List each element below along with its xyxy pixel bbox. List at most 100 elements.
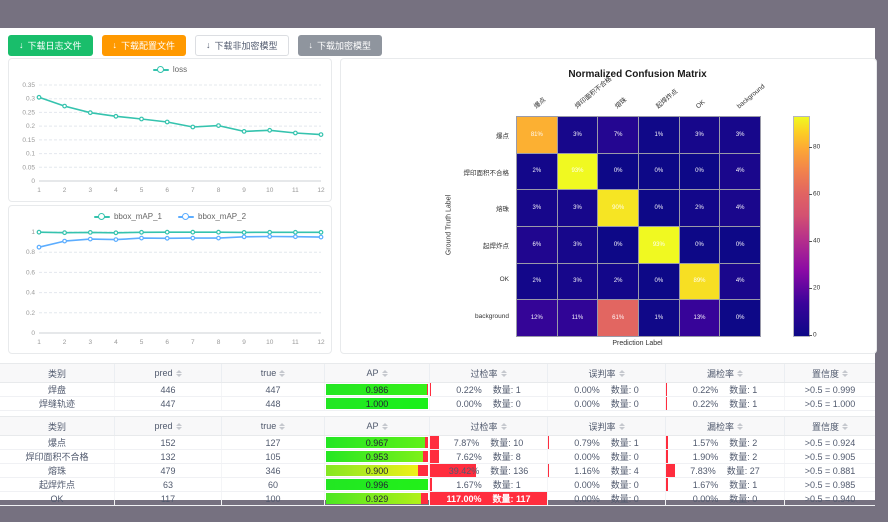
legend-item-loss[interactable]: loss — [153, 65, 187, 74]
col-header-AP[interactable]: AP — [325, 364, 430, 382]
sort-caret-icon[interactable] — [842, 423, 848, 430]
rate-value: 0.00% — [574, 399, 600, 409]
sort-caret-icon[interactable] — [842, 370, 848, 377]
col-header-class: 类别 — [0, 417, 115, 435]
ap-bar-track: 0.900 — [326, 465, 428, 476]
legend-item-bbox_mAP_1[interactable]: bbox_mAP_1 — [94, 212, 162, 221]
col-header-label: 过检率 — [470, 367, 497, 380]
rate-count: 数量: 0 — [611, 492, 639, 505]
ap-cell: 0.900 — [325, 464, 430, 477]
cm-cell: 2% — [517, 264, 557, 300]
cm-cell: 3% — [558, 264, 598, 300]
cm-cell: 3% — [680, 117, 720, 153]
sort-caret-icon[interactable] — [176, 370, 182, 377]
sort-caret-icon[interactable] — [279, 423, 285, 430]
sort-caret-icon[interactable] — [176, 423, 182, 430]
ap-cell: 0.953 — [325, 450, 430, 463]
legend-item-bbox_mAP_2[interactable]: bbox_mAP_2 — [178, 212, 246, 221]
download-encrypted-model-button[interactable]: ↓下载加密模型 — [298, 35, 383, 56]
cm-column-label: 焊印面积不合格 — [573, 75, 614, 111]
cm-cell: 3% — [720, 117, 760, 153]
svg-text:0: 0 — [31, 178, 35, 185]
sort-caret-icon[interactable] — [501, 370, 507, 377]
metrics-table-1: 类别predtrueAP过检率误判率漏检率置信度焊盘4464470.9860.2… — [0, 363, 875, 411]
sort-caret-icon[interactable] — [737, 423, 743, 430]
col-header-漏检率[interactable]: 漏检率 — [666, 417, 785, 435]
col-header-过检率[interactable]: 过检率 — [430, 364, 548, 382]
misjudge-cell: 1.16%数量: 4 — [548, 464, 666, 477]
misjudge-cell: 0.00%数量: 0 — [548, 492, 666, 505]
col-header-过检率[interactable]: 过检率 — [430, 417, 548, 435]
col-header-误判率[interactable]: 误判率 — [548, 364, 666, 382]
rate-bar — [666, 478, 668, 491]
ap-cell: 1.000 — [325, 397, 430, 410]
svg-text:0.15: 0.15 — [22, 137, 35, 144]
class-cell: OK — [0, 492, 115, 505]
map-chart: 00.20.40.60.81123456789101112 — [9, 226, 331, 356]
cm-column-label: OK — [694, 98, 707, 111]
cm-row-label: 起焊炸点 — [341, 240, 509, 250]
sort-caret-icon[interactable] — [619, 423, 625, 430]
legend-label: loss — [173, 65, 187, 74]
table-row: 焊盘4464470.9860.22%数量: 10.00%数量: 00.22%数量… — [0, 383, 875, 397]
col-header-漏检率[interactable]: 漏检率 — [666, 364, 785, 382]
sort-caret-icon[interactable] — [382, 370, 388, 377]
cm-column-label: 起焊炸点 — [654, 87, 680, 111]
missed-detection-cell: 1.90%数量: 2 — [666, 450, 785, 463]
misjudge-cell: 0.00%数量: 0 — [548, 383, 666, 396]
toolbar: ↓下载日志文件 ↓下载配置文件 ↓下载非加密模型 ↓下载加密模型 — [8, 35, 391, 56]
svg-text:0.05: 0.05 — [22, 164, 35, 171]
download-unencrypted-model-button[interactable]: ↓下载非加密模型 — [195, 35, 289, 56]
svg-text:6: 6 — [165, 187, 169, 194]
cm-cell: 61% — [598, 300, 638, 336]
table-row: 爆点1521270.9677.87%数量: 100.79%数量: 11.57%数… — [0, 436, 875, 450]
confidence-cell: >0.5 = 0.985 — [785, 478, 875, 491]
cm-row-label: 焊印面积不合格 — [341, 167, 509, 177]
svg-text:9: 9 — [242, 187, 246, 194]
download-log-button[interactable]: ↓下载日志文件 — [8, 35, 93, 56]
loss-chart: 00.050.10.150.20.250.30.3512345678910111… — [9, 79, 331, 204]
rate-count: 数量: 8 — [493, 450, 521, 463]
value-cell: 447 — [222, 383, 325, 396]
cm-cell: 13% — [680, 300, 720, 336]
col-header-置信度[interactable]: 置信度 — [785, 417, 875, 435]
col-header-AP[interactable]: AP — [325, 417, 430, 435]
svg-text:9: 9 — [242, 339, 246, 346]
col-header-pred[interactable]: pred — [115, 417, 222, 435]
rate-count: 数量: 1 — [729, 397, 757, 410]
over-detection-cell: 0.22%数量: 1 — [430, 383, 548, 396]
misjudge-cell: 0.79%数量: 1 — [548, 436, 666, 449]
col-header-true[interactable]: true — [222, 364, 325, 382]
sort-caret-icon[interactable] — [279, 370, 285, 377]
download-config-button[interactable]: ↓下载配置文件 — [102, 35, 187, 56]
cm-column-label: background — [735, 82, 767, 111]
rate-count: 数量: 0 — [611, 478, 639, 491]
rate-value: 7.87% — [454, 438, 480, 448]
cm-cell: 81% — [517, 117, 557, 153]
cm-cell: 2% — [517, 154, 557, 190]
ap-bar-track: 0.967 — [326, 437, 428, 448]
col-header-true[interactable]: true — [222, 417, 325, 435]
missed-detection-cell: 0.00%数量: 0 — [666, 492, 785, 505]
sort-caret-icon[interactable] — [737, 370, 743, 377]
rate-value: 0.22% — [693, 399, 719, 409]
metrics-tables: 类别predtrueAP过检率误判率漏检率置信度焊盘4464470.9860.2… — [0, 363, 875, 511]
legend-marker — [153, 66, 169, 74]
svg-text:0.2: 0.2 — [26, 123, 35, 130]
rate-bar — [430, 450, 439, 463]
sort-caret-icon[interactable] — [382, 423, 388, 430]
sort-caret-icon[interactable] — [619, 370, 625, 377]
class-cell: 爆点 — [0, 436, 115, 449]
rate-value: 39.42% — [449, 466, 480, 476]
rate-count: 数量: 0 — [611, 450, 639, 463]
col-header-误判率[interactable]: 误判率 — [548, 417, 666, 435]
button-label: 下载配置文件 — [121, 39, 175, 52]
col-header-置信度[interactable]: 置信度 — [785, 364, 875, 382]
col-header-pred[interactable]: pred — [115, 364, 222, 382]
sort-caret-icon[interactable] — [501, 423, 507, 430]
colorbar-tick-label: 60 — [813, 190, 820, 197]
colorbar-tick — [809, 147, 812, 148]
ap-cell: 0.996 — [325, 478, 430, 491]
table-row: 起焊炸点63600.9961.67%数量: 10.00%数量: 01.67%数量… — [0, 478, 875, 492]
table-header-row: 类别predtrueAP过检率误判率漏检率置信度 — [0, 416, 875, 436]
